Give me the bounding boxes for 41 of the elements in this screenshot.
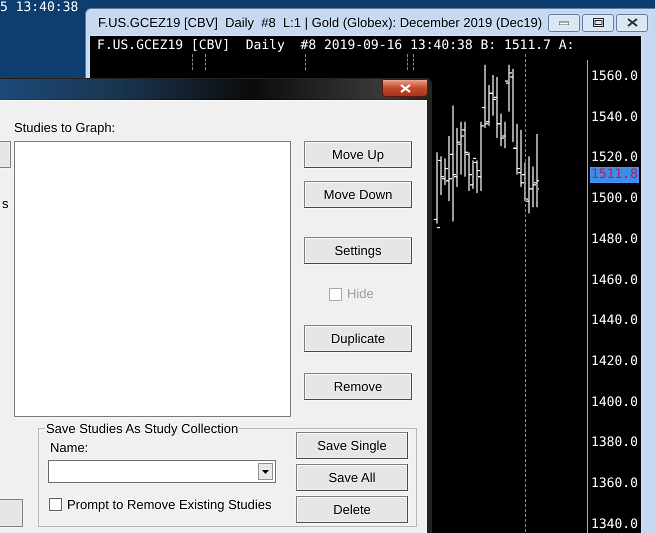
group-title: Save Studies As Study Collection [45, 421, 240, 436]
price-axis-label: 1520.0 [591, 150, 638, 166]
dialog-button[interactable]: Settings [304, 237, 412, 264]
close-button[interactable] [382, 79, 428, 97]
dialog-button[interactable]: Move Down [304, 181, 412, 208]
name-combo-box[interactable] [48, 460, 276, 483]
window-title: F.US.GCEZ19 [CBV] Daily #8 L:1 | Gold (Globex): December 2019 (Dec19) [98, 14, 542, 32]
price-axis-label: 1420.0 [591, 354, 638, 369]
price-axis-label: 1340.0 [591, 516, 638, 532]
checkbox-label: Hide [347, 285, 374, 304]
dialog-button[interactable]: Remove [304, 373, 412, 400]
checkbox-label: Prompt to Remove Existing Studies [67, 497, 272, 512]
dialog-button[interactable]: Move Up [304, 141, 412, 168]
close-icon [400, 84, 410, 92]
close-button[interactable] [616, 14, 648, 32]
price-axis-label: 1480.0 [591, 232, 638, 247]
dialog-button[interactable]: Duplicate [304, 325, 412, 352]
dialog-button[interactable]: Save All [296, 464, 408, 491]
list-label: Studies to Graph: [14, 120, 116, 135]
side-label-fragment: s [2, 196, 8, 211]
minimize-button[interactable] [548, 14, 580, 32]
checkbox[interactable] [49, 498, 62, 511]
minimize-icon [559, 20, 570, 24]
chart-header-text: 5 13:40:38 [0, 0, 78, 15]
dialog-button[interactable]: Delete [296, 496, 408, 523]
chart-header-text: F.US.GCEZ19 [CBV] Daily #8 2019-09-16 13:40:38 B: 1511.7 A: [97, 38, 574, 54]
maximize-button[interactable] [582, 14, 614, 32]
price-axis-label: 1460.0 [591, 272, 638, 288]
price-axis-label: 1560.0 [591, 69, 638, 84]
name-label: Name: [50, 440, 90, 455]
maximize-icon [592, 18, 604, 27]
dialog-button[interactable]: Save Single [296, 432, 408, 459]
price-axis-label: 1540.0 [591, 110, 638, 125]
price-axis-label: 1360.0 [591, 476, 638, 491]
current-price-label: 1511.8 [590, 167, 639, 183]
price-axis-label: 1400.0 [591, 394, 638, 410]
price-axis-label: 1380.0 [591, 435, 638, 450]
dropdown-arrow-icon [262, 470, 269, 474]
price-axis-label: 1440.0 [591, 313, 638, 328]
price-axis-label: 1500.0 [591, 191, 638, 206]
close-icon [626, 18, 638, 27]
